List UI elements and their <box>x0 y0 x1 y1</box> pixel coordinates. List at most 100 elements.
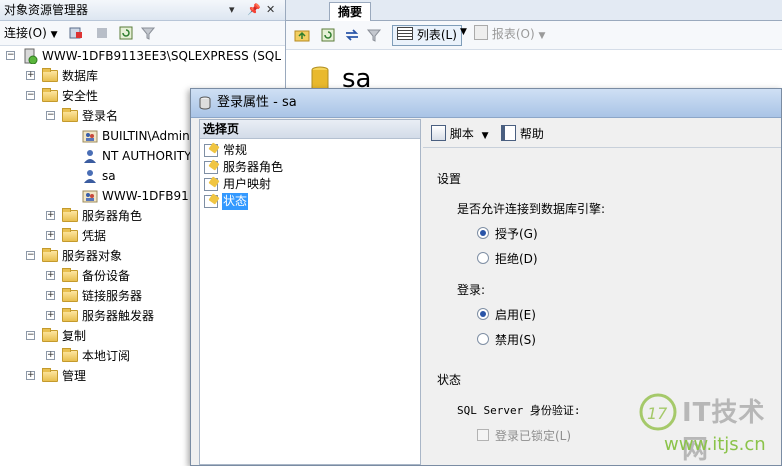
tree-item[interactable]: − WWW-1DFB9113EE3\SQLEXPRESS (SQL S <box>0 46 285 66</box>
tree-item-label: 链接服务器 <box>82 289 143 303</box>
folder-icon <box>62 228 78 242</box>
dialog-title: 登录属性 - sa <box>217 95 297 110</box>
report-icon <box>474 25 488 40</box>
connect-permission-label: 是否允许连接到数据库引擎: <box>457 202 606 216</box>
expand-icon[interactable]: + <box>46 231 55 240</box>
dropdown-icon[interactable]: ▾ <box>229 0 235 20</box>
folder-icon <box>62 308 78 322</box>
server-icon <box>24 48 38 64</box>
collapse-icon[interactable]: − <box>6 51 15 60</box>
watermark: 17 IT技术网 www.itjs.cn <box>638 388 782 466</box>
dialog-titlebar[interactable]: 登录属性 - sa <box>191 89 781 118</box>
login-locked-checkbox[interactable] <box>477 429 489 441</box>
pin-icon[interactable]: 📌 <box>247 0 261 20</box>
tree-item-label: 安全性 <box>62 89 99 103</box>
summary-tabstrip: 摘要 <box>286 0 782 21</box>
folder-icon <box>62 288 78 302</box>
grant-radio-label[interactable]: 授予(G) <box>495 225 538 242</box>
filter-icon[interactable] <box>366 27 382 43</box>
object-explorer-titlebar: 对象资源管理器 ▾ 📌 ✕ <box>0 0 285 21</box>
folder-icon <box>42 68 58 82</box>
refresh-icon[interactable] <box>320 27 336 43</box>
page-item-label: 用户映射 <box>223 177 272 191</box>
expand-icon[interactable]: + <box>46 311 55 320</box>
tree-item-label: 本地订阅 <box>82 349 131 363</box>
collapse-icon[interactable]: − <box>26 251 35 260</box>
tree-item-label: 数据库 <box>62 69 99 83</box>
stop-icon[interactable] <box>94 25 110 41</box>
expand-icon[interactable]: + <box>26 371 35 380</box>
script-button[interactable]: 脚本 ▼ <box>431 125 489 142</box>
expand-icon[interactable]: + <box>46 351 55 360</box>
database-icon <box>199 96 211 110</box>
svg-text:17: 17 <box>647 404 668 423</box>
login-group-icon <box>82 130 98 143</box>
login-group-icon <box>82 190 98 203</box>
enabled-radio-label[interactable]: 启用(E) <box>495 306 536 323</box>
tree-item-label: WWW-1DFB9113EE3\SQLEXPRESS (SQL S <box>42 49 286 63</box>
dialog-toolbar: 脚本 ▼ 帮助 <box>423 119 781 148</box>
tree-item-label: 凭据 <box>82 229 107 243</box>
sync-icon[interactable] <box>344 27 360 43</box>
tree-item-label: NT AUTHORITY <box>102 149 192 163</box>
disabled-radio-label[interactable]: 禁用(S) <box>495 331 536 348</box>
connect-button-label: 连接(O) <box>4 26 47 40</box>
select-page-panel: 选择页 常规 服务器角色 用户映射 状态 <box>199 119 421 465</box>
watermark-logo: 17 <box>639 393 677 431</box>
login-locked-label: 登录已锁定(L) <box>495 429 572 443</box>
script-button-label: 脚本 <box>449 127 474 141</box>
folder-icon <box>62 108 78 122</box>
chevron-down-icon[interactable]: ▼ <box>460 27 467 37</box>
connect-button[interactable]: 连接(O) ▼ <box>4 26 58 40</box>
collapse-icon[interactable]: − <box>46 111 55 120</box>
tree-item-label: 备份设备 <box>82 269 131 283</box>
close-icon[interactable]: ✕ <box>266 0 275 20</box>
connect-server-icon[interactable] <box>68 25 84 41</box>
page-item-label: 常规 <box>223 143 248 157</box>
help-button[interactable]: 帮助 <box>501 125 544 142</box>
expand-icon[interactable]: + <box>46 271 55 280</box>
list-view-button[interactable]: 列表(L) <box>392 25 462 46</box>
report-button[interactable]: 报表(O) ▼ <box>474 25 545 44</box>
tree-item-label: 登录名 <box>82 109 119 123</box>
collapse-icon[interactable]: − <box>26 331 35 340</box>
tree-item-label: 服务器角色 <box>82 209 143 223</box>
tab-summary[interactable]: 摘要 <box>329 2 372 21</box>
status-section-label: 状态 <box>437 373 462 387</box>
page-icon <box>204 195 218 208</box>
folder-up-icon[interactable] <box>294 27 310 43</box>
expand-icon[interactable]: + <box>26 71 35 80</box>
page-icon <box>204 144 218 157</box>
login-state-label: 登录: <box>457 283 486 297</box>
sql-auth-label: SQL Server 身份验证: <box>457 404 581 417</box>
grant-radio[interactable] <box>477 227 489 239</box>
tree-item-label: 服务器触发器 <box>82 309 155 323</box>
folder-icon <box>42 248 58 262</box>
deny-radio-label[interactable]: 拒绝(D) <box>495 250 538 267</box>
expand-icon[interactable]: + <box>46 291 55 300</box>
enabled-radio[interactable] <box>477 308 489 320</box>
chevron-down-icon: ▼ <box>538 31 546 41</box>
help-icon <box>501 125 516 141</box>
filter-icon[interactable] <box>140 25 156 41</box>
chevron-down-icon: ▼ <box>50 30 58 40</box>
tree-item[interactable]: + 数据库 <box>0 66 285 86</box>
folder-icon <box>42 88 58 102</box>
folder-icon <box>42 368 58 382</box>
tree-item-label: BUILTIN\Admin <box>102 129 190 143</box>
refresh-icon[interactable] <box>118 25 134 41</box>
list-icon <box>397 27 413 40</box>
folder-icon <box>62 348 78 362</box>
page-item-label: 状态 <box>222 193 249 210</box>
object-explorer-title: 对象资源管理器 <box>4 3 89 17</box>
tree-item-label: 管理 <box>62 369 87 383</box>
collapse-icon[interactable]: − <box>26 91 35 100</box>
login-user-icon <box>84 170 96 183</box>
disabled-radio[interactable] <box>477 333 489 345</box>
list-view-label: 列表(L) <box>416 28 457 42</box>
deny-radio[interactable] <box>477 252 489 264</box>
chevron-down-icon: ▼ <box>481 131 489 141</box>
expand-icon[interactable]: + <box>46 211 55 220</box>
folder-icon <box>42 328 58 342</box>
page-icon <box>204 161 218 174</box>
